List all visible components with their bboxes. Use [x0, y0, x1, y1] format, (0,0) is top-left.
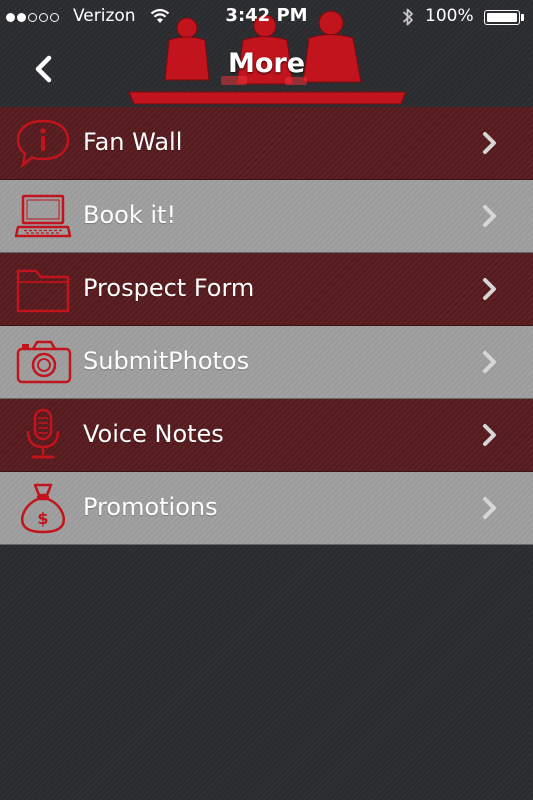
chevron-right-icon [483, 351, 496, 373]
menu-item-label: Prospect Form [83, 274, 255, 302]
menu-item-prospect-form[interactable]: Prospect Form [0, 253, 533, 326]
chevron-right-icon [483, 497, 496, 519]
camera-icon [16, 340, 72, 384]
navigation-bar: More [0, 10, 533, 106]
microphone-icon [26, 408, 60, 459]
menu-item-label: Voice Notes [83, 420, 224, 448]
chevron-right-icon [483, 132, 496, 154]
menu-item-voice-notes[interactable]: Voice Notes [0, 399, 533, 472]
page-title: More [227, 48, 306, 79]
menu-list: Fan Wall Book it! Prospect Form SubmitPh… [0, 107, 533, 545]
menu-item-label: Promotions [83, 493, 218, 521]
chevron-right-icon [483, 424, 496, 446]
status-bar: Verizon 3:42 PM 100% [0, 0, 533, 34]
chevron-right-icon [483, 205, 496, 227]
info-bubble-icon [16, 119, 70, 169]
money-bag-icon: $ [21, 483, 65, 534]
laptop-icon [14, 194, 72, 238]
bluetooth-icon [402, 8, 413, 26]
svg-text:$: $ [37, 509, 48, 528]
menu-item-label: Book it! [83, 201, 177, 229]
battery-percentage: 100% [425, 6, 474, 26]
menu-item-promotions[interactable]: $ Promotions [0, 472, 533, 545]
chevron-right-icon [483, 278, 496, 300]
menu-item-submit-photos[interactable]: SubmitPhotos [0, 326, 533, 399]
menu-item-label: Fan Wall [83, 128, 183, 156]
menu-item-book-it[interactable]: Book it! [0, 180, 533, 253]
folder-icon [16, 269, 70, 313]
menu-item-label: SubmitPhotos [83, 347, 250, 375]
battery-icon [484, 10, 520, 25]
menu-item-fan-wall[interactable]: Fan Wall [0, 107, 533, 180]
